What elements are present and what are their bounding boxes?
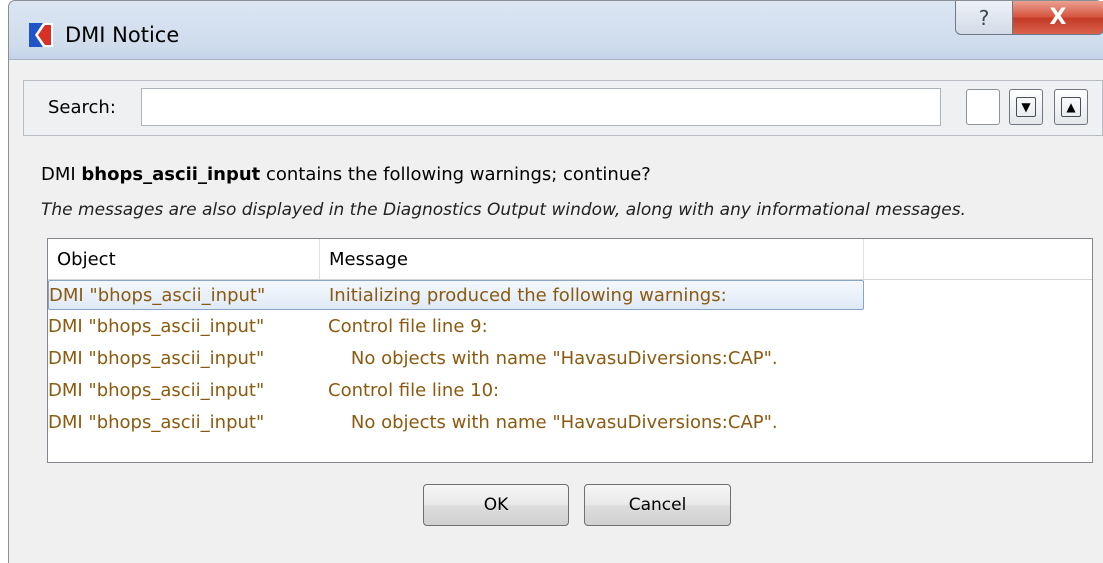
help-button[interactable]: ? bbox=[955, 1, 1013, 35]
close-button[interactable]: X bbox=[1012, 1, 1103, 35]
find-previous-button[interactable]: ▲ bbox=[1054, 89, 1088, 125]
cancel-button[interactable]: Cancel bbox=[584, 484, 731, 526]
find-next-button[interactable]: ▼ bbox=[1009, 89, 1043, 125]
window-title: DMI Notice bbox=[65, 23, 180, 47]
app-logo-icon bbox=[29, 23, 53, 47]
prompt-suffix: contains the following warnings; continu… bbox=[260, 164, 651, 185]
arrow-up-icon: ▲ bbox=[1066, 100, 1076, 114]
cell-object: DMI "bhops_ascii_input" bbox=[48, 316, 265, 337]
search-input[interactable] bbox=[141, 88, 941, 126]
table-row[interactable]: DMI "bhops_ascii_input" Initializing prod… bbox=[48, 280, 864, 310]
diagnostics-note: The messages are also displayed in the D… bbox=[41, 200, 966, 220]
arrow-down-icon: ▼ bbox=[1021, 100, 1031, 114]
cell-message: Control file line 10: bbox=[328, 380, 500, 401]
column-header-filler bbox=[864, 239, 1092, 279]
cell-message: Control file line 9: bbox=[328, 316, 488, 337]
help-icon: ? bbox=[978, 5, 990, 30]
cell-object: DMI "bhops_ascii_input" bbox=[48, 348, 265, 369]
search-option-box[interactable] bbox=[966, 89, 1000, 125]
warning-prompt: DMI bhops_ascii_input contains the follo… bbox=[41, 164, 651, 185]
dmi-notice-dialog: DMI Notice ? X Search: ▼ ▲ DMI bhops_asc… bbox=[8, 0, 1103, 563]
prompt-prefix: DMI bbox=[41, 164, 82, 185]
title-bar[interactable]: DMI Notice ? X bbox=[9, 1, 1103, 59]
column-header-object[interactable]: Object bbox=[48, 239, 320, 279]
column-header-message[interactable]: Message bbox=[320, 239, 864, 279]
dialog-body: Search: ▼ ▲ DMI bhops_ascii_input contai… bbox=[9, 59, 1103, 563]
search-label: Search: bbox=[48, 97, 116, 118]
table-row[interactable]: DMI "bhops_ascii_input" No objects with … bbox=[48, 408, 864, 438]
cell-object: DMI "bhops_ascii_input" bbox=[48, 380, 265, 401]
table-body: DMI "bhops_ascii_input" Initializing prod… bbox=[48, 280, 1092, 462]
cell-message: No objects with name "HavasuDiversions:C… bbox=[328, 412, 778, 433]
close-icon: X bbox=[1049, 5, 1067, 30]
warnings-table: Object Message DMI "bhops_ascii_input" In… bbox=[47, 238, 1093, 463]
cell-message: No objects with name "HavasuDiversions:C… bbox=[328, 348, 778, 369]
table-row[interactable]: DMI "bhops_ascii_input" Control file line… bbox=[48, 376, 864, 406]
table-row[interactable]: DMI "bhops_ascii_input" Control file line… bbox=[48, 312, 864, 342]
cell-object: DMI "bhops_ascii_input" bbox=[49, 285, 266, 306]
ok-button[interactable]: OK bbox=[423, 484, 569, 526]
cell-object: DMI "bhops_ascii_input" bbox=[48, 412, 265, 433]
table-header: Object Message bbox=[48, 239, 1092, 280]
search-panel: Search: ▼ ▲ bbox=[23, 80, 1103, 136]
cell-message: Initializing produced the following warn… bbox=[329, 285, 727, 306]
table-row[interactable]: DMI "bhops_ascii_input" No objects with … bbox=[48, 344, 864, 374]
dmi-name: bhops_ascii_input bbox=[81, 164, 261, 185]
